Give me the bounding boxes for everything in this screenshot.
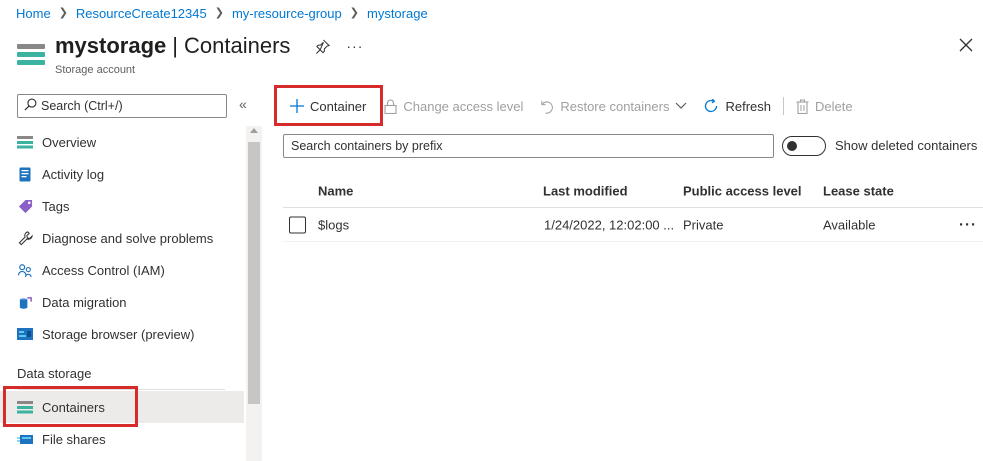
- add-container-button[interactable]: Container: [274, 90, 374, 122]
- column-header-name[interactable]: Name: [318, 183, 353, 198]
- sidebar-item-label: Storage browser (preview): [42, 326, 195, 342]
- last-modified-value: 1/24/2022, 12:02:00 ...: [544, 217, 675, 232]
- more-options-icon[interactable]: ···: [346, 38, 363, 54]
- storage-overview-icon: [17, 134, 33, 150]
- sidebar-item-access-control[interactable]: Access Control (IAM): [0, 254, 244, 286]
- containers-icon: [17, 399, 33, 415]
- wrench-icon: [17, 230, 33, 246]
- trash-icon: [796, 98, 809, 114]
- undo-icon: [539, 99, 554, 114]
- scroll-up-icon[interactable]: [250, 128, 258, 133]
- breadcrumb-home[interactable]: Home: [16, 6, 51, 21]
- chevron-down-icon: [675, 102, 687, 110]
- table-header: Name Last modified Public access level L…: [283, 174, 983, 208]
- lease-state-value: Available: [823, 217, 876, 232]
- breadcrumb-storage-account[interactable]: mystorage: [367, 6, 428, 21]
- public-access-value: Private: [683, 217, 724, 232]
- delete-label: Delete: [815, 98, 853, 114]
- sidebar-item-data-migration[interactable]: Data migration: [0, 286, 244, 318]
- sidebar-item-label: Access Control (IAM): [42, 262, 165, 278]
- containers-table: Name Last modified Public access level L…: [283, 174, 983, 242]
- plus-icon: [290, 99, 304, 113]
- resource-type: Storage account: [55, 64, 136, 76]
- show-deleted-label: Show deleted containers: [835, 138, 978, 153]
- breadcrumb: Home ❯ ResourceCreate12345 ❯ my-resource…: [16, 6, 428, 21]
- container-name[interactable]: $logs: [318, 217, 349, 232]
- sidebar-item-label: Containers: [42, 399, 105, 415]
- sidebar-search[interactable]: [17, 94, 227, 118]
- sidebar-scrollbar[interactable]: [246, 126, 262, 461]
- sidebar-item-diagnose[interactable]: Diagnose and solve problems: [0, 222, 244, 254]
- storage-browser-icon: [17, 326, 33, 342]
- sidebar-item-containers[interactable]: Containers: [0, 391, 244, 423]
- search-icon: [24, 98, 37, 114]
- activity-log-icon: [17, 166, 33, 182]
- refresh-button[interactable]: Refresh: [695, 90, 779, 122]
- people-icon: [17, 262, 33, 278]
- page-title: mystorage | Containers ···: [55, 33, 363, 59]
- command-bar: Container Change access level Restore co…: [274, 86, 861, 126]
- restore-containers-label: Restore containers: [560, 98, 670, 114]
- row-more-icon[interactable]: ···: [959, 216, 977, 233]
- restore-containers-button[interactable]: Restore containers: [531, 90, 695, 122]
- table-row[interactable]: $logs 1/24/2022, 12:02:00 ... Private Av…: [283, 208, 983, 242]
- toolbar-divider: [783, 97, 784, 115]
- sidebar-item-overview[interactable]: Overview: [0, 126, 244, 158]
- show-deleted-toggle[interactable]: [782, 136, 826, 156]
- chevron-right-icon: ❯: [349, 7, 359, 19]
- toggle-knob: [787, 141, 797, 151]
- chevron-right-icon: ❯: [214, 7, 224, 19]
- close-icon[interactable]: [959, 38, 975, 54]
- collapse-sidebar-icon[interactable]: «: [239, 96, 247, 112]
- title-separator: |: [172, 33, 178, 58]
- sidebar-item-label: Diagnose and solve problems: [42, 230, 214, 246]
- sidebar: « Overview Activity log Tags Diagnose an…: [0, 86, 262, 461]
- file-shares-icon: [17, 431, 33, 447]
- change-access-level-label: Change access level: [403, 98, 524, 114]
- sidebar-search-input[interactable]: [41, 99, 211, 113]
- column-header-lease-state[interactable]: Lease state: [823, 183, 894, 198]
- data-migration-icon: [17, 294, 33, 310]
- sidebar-item-label: Activity log: [42, 166, 105, 182]
- chevron-right-icon: ❯: [58, 7, 68, 19]
- breadcrumb-resource-group[interactable]: my-resource-group: [232, 6, 342, 21]
- lock-icon: [384, 99, 397, 114]
- prefix-search-input[interactable]: [291, 139, 761, 153]
- sidebar-item-label: Tags: [42, 198, 70, 214]
- resource-name: mystorage: [55, 33, 167, 58]
- tag-icon: [17, 198, 33, 214]
- delete-button[interactable]: Delete: [788, 90, 861, 122]
- section-data-storage: Data storage: [17, 366, 92, 381]
- blade-name: Containers: [184, 33, 291, 58]
- sidebar-item-activity-log[interactable]: Activity log: [0, 158, 244, 190]
- change-access-level-button[interactable]: Change access level: [376, 90, 531, 122]
- column-header-last-modified[interactable]: Last modified: [543, 183, 628, 198]
- storage-account-icon: [17, 44, 45, 66]
- sidebar-item-file-shares[interactable]: File shares: [0, 423, 244, 455]
- sidebar-item-label: File shares: [42, 431, 106, 447]
- breadcrumb-subscription[interactable]: ResourceCreate12345: [76, 6, 207, 21]
- sidebar-item-label: Data migration: [42, 294, 127, 310]
- add-container-label: Container: [310, 98, 367, 114]
- sidebar-item-tags[interactable]: Tags: [0, 190, 244, 222]
- sidebar-item-storage-browser[interactable]: Storage browser (preview): [0, 318, 244, 350]
- refresh-label: Refresh: [725, 98, 771, 114]
- section-divider: [17, 389, 225, 390]
- prefix-search[interactable]: [283, 134, 774, 158]
- refresh-icon: [703, 98, 719, 114]
- row-checkbox[interactable]: [289, 216, 306, 233]
- scrollbar-thumb[interactable]: [248, 142, 260, 404]
- sidebar-item-label: Overview: [42, 134, 97, 150]
- column-header-public-access[interactable]: Public access level: [683, 183, 802, 198]
- pin-icon[interactable]: [314, 38, 330, 54]
